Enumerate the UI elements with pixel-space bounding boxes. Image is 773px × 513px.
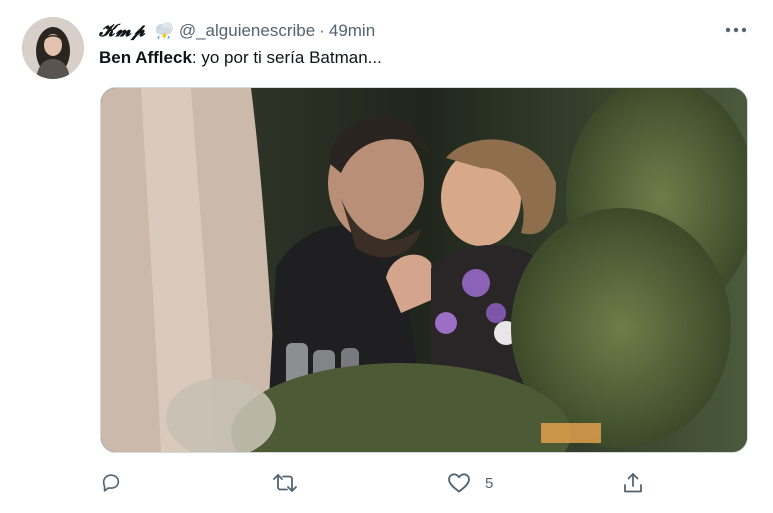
tweet-text-bold: Ben Affleck bbox=[99, 48, 192, 67]
tweet-timestamp[interactable]: 49min bbox=[329, 21, 375, 41]
tweet: 𝓚𝓶𝓹 @_alguienescribe · 49min Ben Affleck… bbox=[0, 0, 773, 513]
tweet-header: 𝓚𝓶𝓹 @_alguienescribe · 49min bbox=[99, 20, 375, 42]
reply-button[interactable] bbox=[100, 468, 136, 498]
avatar[interactable] bbox=[22, 17, 84, 79]
photo-couple-kissing bbox=[101, 88, 747, 452]
tweet-actions: 5 bbox=[0, 468, 773, 498]
more-options-button[interactable] bbox=[723, 20, 749, 40]
retweet-button[interactable] bbox=[272, 468, 312, 498]
tweet-text-rest: : yo por ti sería Batman... bbox=[191, 48, 382, 67]
share-button[interactable] bbox=[621, 468, 659, 498]
tweet-photo[interactable] bbox=[100, 87, 748, 453]
retweet-icon bbox=[273, 474, 297, 492]
display-name[interactable]: 𝓚𝓶𝓹 bbox=[99, 21, 146, 41]
reply-icon bbox=[102, 474, 120, 492]
cloud-rain-icon bbox=[153, 21, 175, 41]
like-count: 5 bbox=[485, 474, 494, 492]
header-separator: · bbox=[319, 21, 325, 40]
heart-icon bbox=[448, 473, 470, 493]
user-handle[interactable]: @_alguienescribe bbox=[179, 21, 315, 41]
tweet-text: Ben Affleck: yo por ti sería Batman... bbox=[99, 48, 382, 68]
like-button[interactable]: 5 bbox=[447, 468, 493, 498]
more-icon bbox=[725, 27, 747, 33]
share-icon bbox=[624, 473, 642, 493]
